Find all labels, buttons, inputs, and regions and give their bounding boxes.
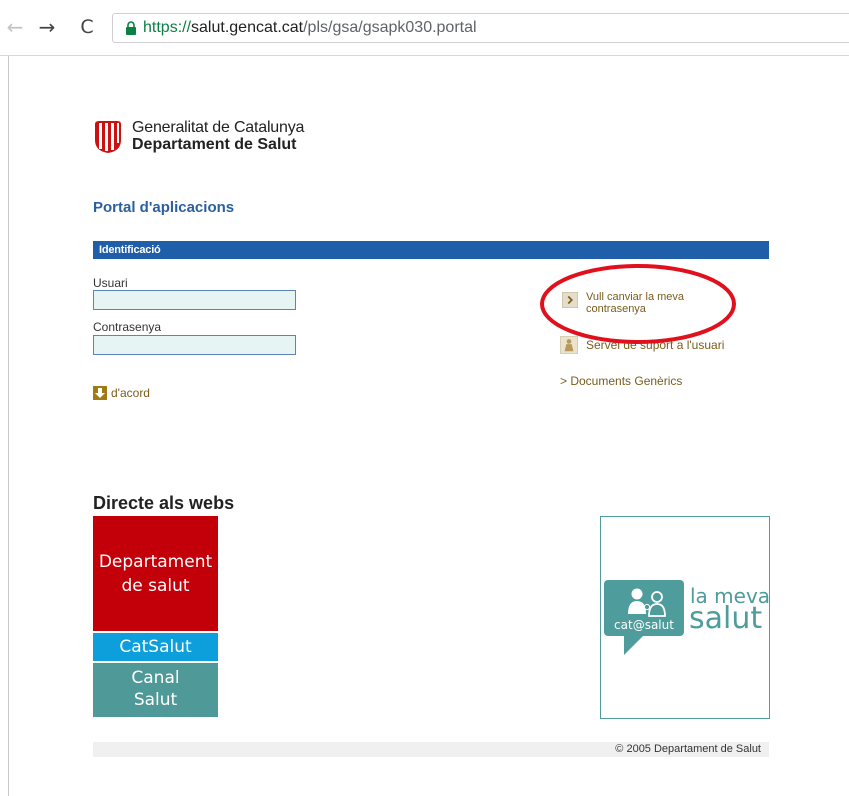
salut-text: salut xyxy=(689,601,763,636)
logo-text-generalitat: Generalitat de Catalunya xyxy=(132,119,305,136)
forward-arrow-icon[interactable]: → xyxy=(36,14,58,40)
change-password-label: Vull canviar la meva contrasenya xyxy=(586,291,685,315)
generic-documents-link[interactable]: > Documents Genèrics xyxy=(560,374,682,388)
la-meva-salut-banner[interactable]: cat@salut la meva salut xyxy=(600,516,770,719)
page-left-border xyxy=(8,56,9,796)
cat-salut-label: cat@salut xyxy=(614,618,674,632)
password-input[interactable] xyxy=(93,335,296,355)
url-scheme: https:// xyxy=(143,19,192,36)
username-input[interactable] xyxy=(93,290,296,310)
address-bar[interactable]: https://salut.gencat.cat/pls/gsa/gsapk03… xyxy=(112,13,849,43)
username-label: Usuari xyxy=(93,276,128,290)
password-label: Contrasenya xyxy=(93,320,162,334)
direct-webs-heading: Directe als webs xyxy=(93,493,235,513)
canal-salut-line1: Canal xyxy=(131,668,180,688)
identification-section-header: Identificació xyxy=(93,241,769,259)
gencat-logo[interactable]: Generalitat de Catalunya Departament de … xyxy=(93,118,353,160)
url-path: /pls/gsa/gsapk030.portal xyxy=(303,19,477,36)
url-host: salut.gencat.cat xyxy=(191,19,304,36)
logo-text-department: Departament de Salut xyxy=(132,136,297,153)
gencat-emblem-icon xyxy=(95,121,121,153)
catsalut-tile[interactable]: CatSalut xyxy=(93,633,218,661)
departament-salut-line1: Departament xyxy=(98,552,213,572)
support-person-icon xyxy=(560,336,578,354)
departament-salut-line2: de salut xyxy=(121,576,190,596)
back-arrow-icon[interactable]: ← xyxy=(4,14,26,40)
reload-icon[interactable]: C xyxy=(76,14,98,40)
submit-label: d'acord xyxy=(111,386,150,400)
canal-salut-line2: Salut xyxy=(133,690,178,710)
chevron-right-icon xyxy=(562,292,578,308)
user-support-label: Servei de suport a l'usuari xyxy=(586,338,725,352)
canal-salut-tile[interactable]: Canal Salut xyxy=(93,663,218,717)
lock-icon xyxy=(126,21,136,35)
browser-toolbar: ← → C https://salut.gencat.cat/pls/gsa/g… xyxy=(0,0,849,56)
change-password-link[interactable]: Vull canviar la meva contrasenya xyxy=(562,291,737,325)
departament-salut-tile[interactable]: Departament de salut xyxy=(93,516,218,631)
footer-copyright: © 2005 Departament de Salut xyxy=(93,742,769,757)
page-title: Portal d'aplicacions xyxy=(93,199,235,216)
arrow-down-icon xyxy=(93,386,107,400)
